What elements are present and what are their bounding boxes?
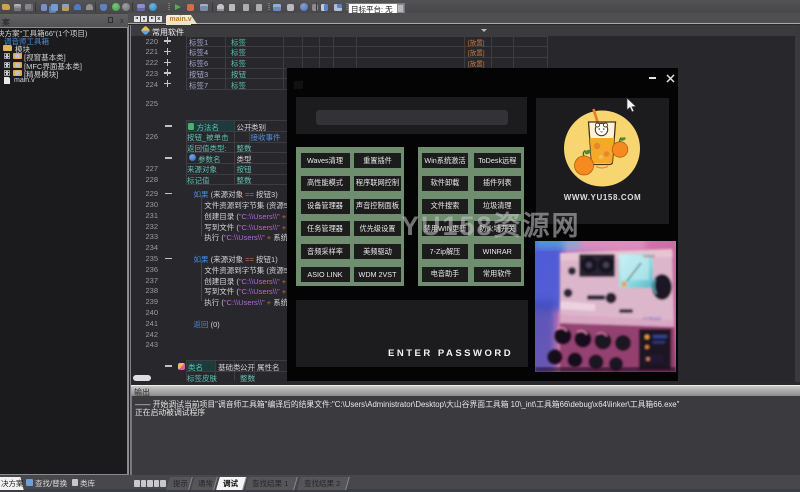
svg-text:Valve: Valve bbox=[643, 254, 656, 260]
